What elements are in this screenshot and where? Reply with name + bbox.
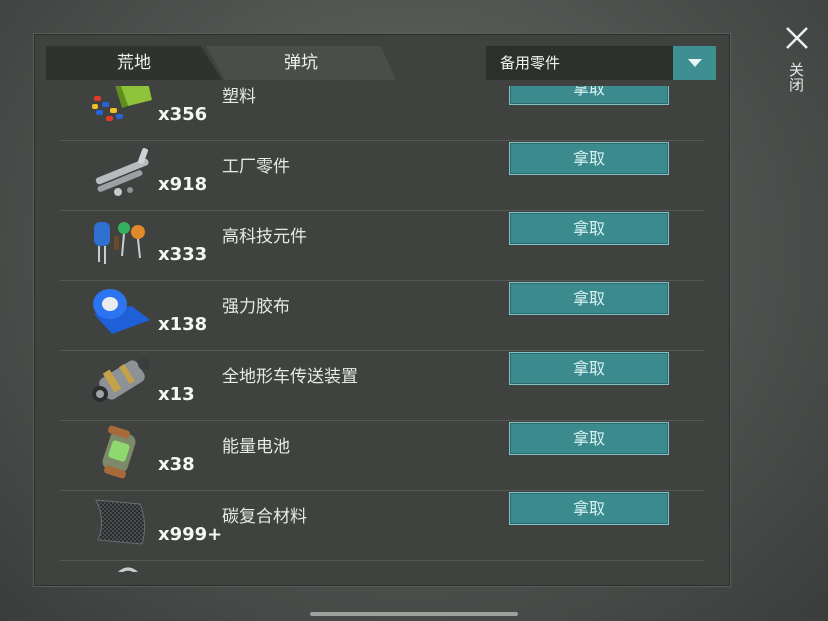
take-button[interactable]: 拿取 <box>509 86 669 105</box>
factory-parts-icon <box>88 144 158 200</box>
item-quantity: x333 <box>158 244 208 265</box>
chevron-down-icon[interactable] <box>673 46 716 80</box>
duct-tape-icon <box>88 284 158 340</box>
item-quantity: x13 <box>158 384 195 405</box>
item-name: 塑料 <box>222 87 256 107</box>
energy-cell-icon <box>88 424 158 480</box>
category-dropdown-value: 备用零件 <box>500 54 561 72</box>
take-button[interactable]: 拿取 <box>509 422 669 455</box>
item-name: 工厂零件 <box>222 157 290 177</box>
home-indicator <box>310 612 518 616</box>
list-item: x918 工厂零件 拿取 <box>60 140 704 211</box>
list-item: x333 高科技元件 拿取 <box>60 210 704 281</box>
take-button[interactable]: 拿取 <box>509 352 669 385</box>
item-quantity: x918 <box>158 174 208 195</box>
item-quantity: x999+ <box>158 524 223 545</box>
list-item: x13 全地形车传送装置 拿取 <box>60 350 704 421</box>
item-icon <box>88 564 158 572</box>
item-quantity: x38 <box>158 454 195 475</box>
take-button[interactable]: 拿取 <box>509 282 669 315</box>
location-tabs: 荒地 弹坑 <box>46 46 406 80</box>
take-button[interactable]: 拿取 <box>509 492 669 525</box>
close-icon[interactable] <box>784 25 810 51</box>
list-item-partial <box>60 560 704 572</box>
item-name: 全地形车传送装置 <box>222 367 358 387</box>
list-item: x999+ 碳复合材料 拿取 <box>60 490 704 561</box>
plastic-icon <box>88 86 158 130</box>
item-name: 高科技元件 <box>222 227 307 247</box>
take-button[interactable]: 拿取 <box>509 142 669 175</box>
list-item: x138 强力胶布 拿取 <box>60 280 704 351</box>
item-name: 碳复合材料 <box>222 507 307 527</box>
electronics-icon <box>88 214 158 270</box>
close-label[interactable]: 关闭 <box>787 62 807 92</box>
category-dropdown[interactable]: 备用零件 <box>486 46 716 80</box>
transmission-icon <box>88 354 158 410</box>
list-item: x356 塑料 拿取 <box>60 86 704 141</box>
item-quantity: x356 <box>158 104 208 125</box>
tab-wasteland[interactable]: 荒地 <box>46 46 222 80</box>
list-item: x38 能量电池 拿取 <box>60 420 704 491</box>
carbon-composite-icon <box>88 494 158 550</box>
take-button[interactable]: 拿取 <box>509 212 669 245</box>
item-name: 能量电池 <box>222 437 290 457</box>
inventory-panel: 荒地 弹坑 备用零件 x356 塑料 拿取 x918 工厂零件 拿取 x333 … <box>33 33 731 587</box>
item-list[interactable]: x356 塑料 拿取 x918 工厂零件 拿取 x333 高科技元件 拿取 x1… <box>60 86 704 572</box>
tab-crater[interactable]: 弹坑 <box>206 46 396 80</box>
item-name: 强力胶布 <box>222 297 290 317</box>
item-quantity: x138 <box>158 314 208 335</box>
